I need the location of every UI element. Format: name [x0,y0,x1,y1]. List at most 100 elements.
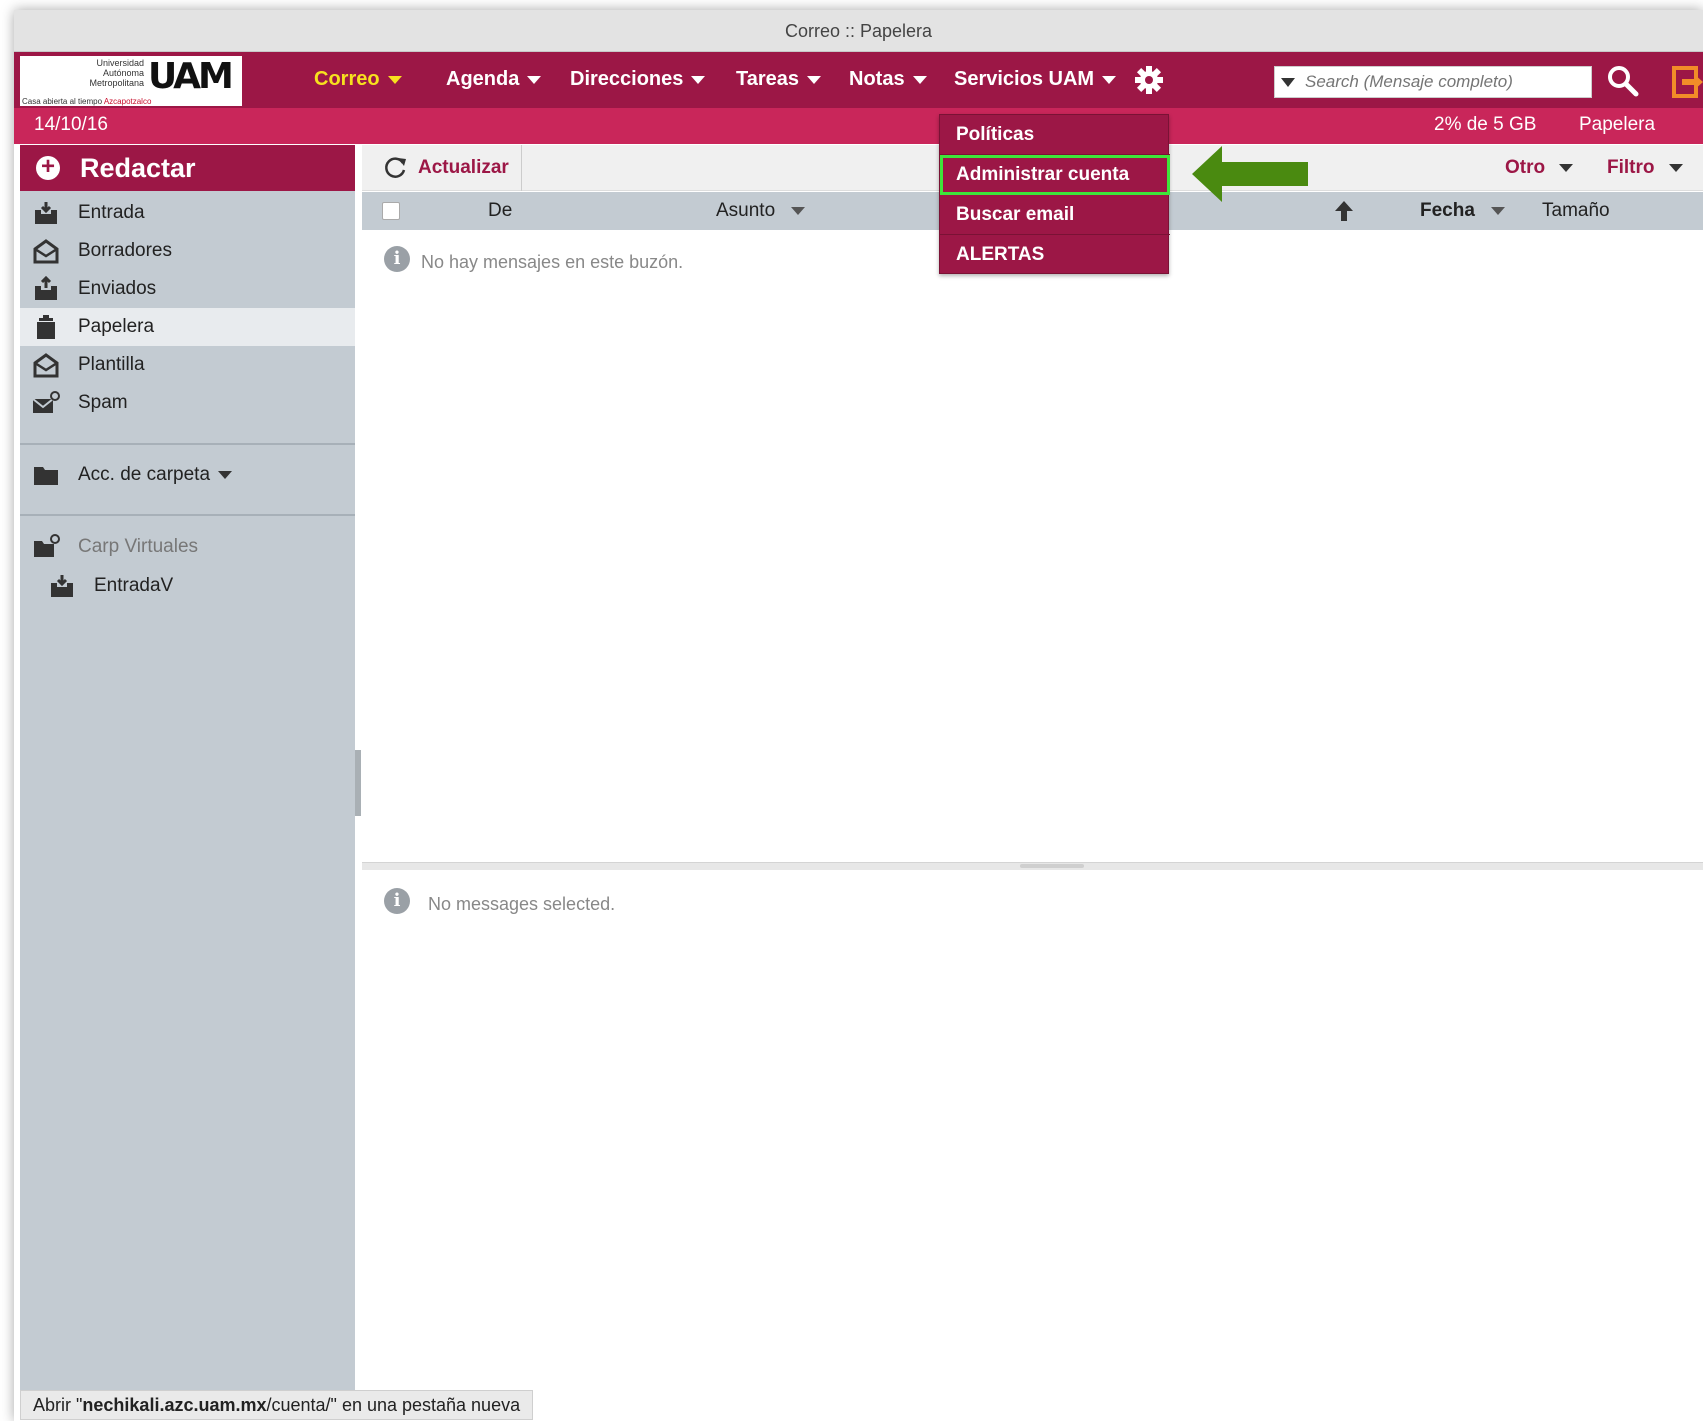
folder-spam-label: Spam [78,392,128,413]
menu-item-alertas-label: ALERTAS [956,244,1045,265]
column-from-label: De [488,200,513,221]
folder-entradav[interactable]: EntradaV [20,567,355,605]
nav-direcciones[interactable]: Direcciones [570,52,706,108]
folder-plantilla-label: Plantilla [78,354,145,375]
folder-entradav-label: EntradaV [94,575,174,596]
sort-direction-icon[interactable] [1334,192,1354,230]
nav-agenda-label: Agenda [446,68,520,90]
nav-correo[interactable]: Correo [314,52,402,108]
folder-papelera-label: Papelera [78,316,155,337]
nav-servicios-uam-label: Servicios UAM [954,68,1095,90]
window-title: Correo :: Papelera [14,10,1703,52]
logo-text-universidad: Universidad [96,58,144,68]
column-from[interactable]: De [488,192,512,230]
chevron-down-icon [691,75,706,84]
current-date: 14/10/16 [34,114,108,135]
inbox-icon [51,575,73,597]
search-icon[interactable] [1606,64,1640,98]
empty-mailbox-message: No hay mensajes en este buzón. [421,252,684,272]
column-size-label: Tamaño [1542,200,1610,221]
other-menu-button[interactable]: Otro [1505,145,1574,191]
arrow-left-icon [1192,146,1308,202]
logo-text-metropolitana: Metropolitana [89,78,144,88]
nav-tareas-label: Tareas [736,68,800,90]
nav-servicios-uam[interactable]: Servicios UAM [954,52,1117,108]
column-subject-label: Asunto [716,200,776,221]
folder-sidebar: + Redactar Entrada Borradores Enviados P… [20,145,355,1415]
menu-item-buscar-email[interactable]: Buscar email [940,195,1170,235]
link-status-bar: Abrir "nechikali.azc.uam.mx/cuenta/" en … [20,1390,534,1420]
folder-borradores[interactable]: Borradores [20,232,355,270]
servicios-uam-dropdown: Políticas Administrar cuenta Buscar emai… [939,114,1170,275]
chevron-down-icon [387,75,402,84]
logo-mark: UAM [148,56,234,97]
uam-logo[interactable]: Universidad Autónoma Metropolitana UAM C… [20,56,242,106]
column-date-label: Fecha [1420,200,1475,221]
nav-correo-label: Correo [314,68,380,90]
logo-campus: Azcapotzalco [103,97,152,106]
status-suffix: " en una pestaña nueva [330,1395,521,1415]
folder-actions-menu[interactable]: Acc. de carpeta [20,456,355,494]
folder-enviados[interactable]: Enviados [20,270,355,308]
sidebar-divider [20,443,355,445]
column-subject[interactable]: Asunto [716,192,806,230]
virtual-folder-icon [34,534,60,557]
compose-button[interactable]: + Redactar [20,145,355,191]
chevron-down-icon [1559,163,1574,172]
browser-window: Correo :: Papelera Universidad Autónoma … [14,10,1703,1421]
status-prefix: Abrir " [33,1395,83,1415]
info-icon: i [384,888,410,914]
logout-icon[interactable] [1672,66,1703,98]
folder-enviados-label: Enviados [78,278,157,299]
search-scope-dropdown-icon[interactable] [1281,78,1295,87]
menu-item-politicas[interactable]: Políticas [940,115,1170,155]
trash-icon [37,315,55,339]
top-navigation: Universidad Autónoma Metropolitana UAM C… [14,52,1703,108]
folder-plantilla[interactable]: Plantilla [20,346,355,384]
logo-text-autonoma: Autónoma [102,68,144,78]
nav-notas-label: Notas [849,68,905,90]
preview-resize-handle[interactable] [362,862,1703,870]
other-label: Otro [1505,157,1546,178]
gear-icon[interactable] [1134,65,1164,95]
chevron-down-icon [527,75,542,84]
folder-entrada-label: Entrada [78,202,145,223]
menu-item-alertas[interactable]: ALERTAS [940,235,1170,275]
folder-spam[interactable]: Spam [20,384,355,422]
column-size[interactable]: Tamaño [1542,192,1610,230]
resize-grip [1020,864,1084,868]
virtual-folders-heading: Carp Virtuales [20,528,355,566]
select-all-checkbox[interactable] [382,202,400,220]
menu-item-administrar-cuenta[interactable]: Administrar cuenta [940,155,1170,195]
search-input[interactable] [1303,67,1589,97]
menu-item-buscar-email-label: Buscar email [956,204,1075,225]
logo-tagline: Casa abierta al tiempo [22,97,103,106]
nav-notas[interactable]: Notas [849,52,927,108]
spam-icon [32,391,60,413]
folder-borradores-label: Borradores [78,240,172,261]
column-date[interactable]: Fecha [1420,192,1505,230]
chevron-down-icon [807,75,822,84]
refresh-button[interactable]: Actualizar [362,145,522,191]
nav-tareas[interactable]: Tareas [736,52,822,108]
virtual-folders-label: Carp Virtuales [78,536,199,557]
folder-entrada[interactable]: Entrada [20,194,355,232]
info-bar: 14/10/16 2% de 5 GB Papelera [14,108,1703,144]
nav-agenda[interactable]: Agenda [446,52,542,108]
sent-icon [35,276,57,300]
folder-icon [34,467,58,485]
refresh-icon [385,157,406,178]
chevron-down-icon [912,75,927,84]
chevron-down-icon [1102,75,1117,84]
nav-direcciones-label: Direcciones [570,68,684,90]
folder-papelera[interactable]: Papelera [20,308,355,346]
inbox-icon [35,202,57,224]
no-message-selected: No messages selected. [428,894,616,914]
filter-menu-button[interactable]: Filtro [1607,145,1683,191]
chevron-down-icon [218,470,233,479]
chevron-down-icon [1668,163,1683,172]
chevron-down-icon [1490,206,1505,215]
menu-item-administrar-cuenta-label: Administrar cuenta [956,164,1130,185]
sidebar-resize-handle[interactable] [355,750,361,816]
sidebar-divider [20,514,355,516]
